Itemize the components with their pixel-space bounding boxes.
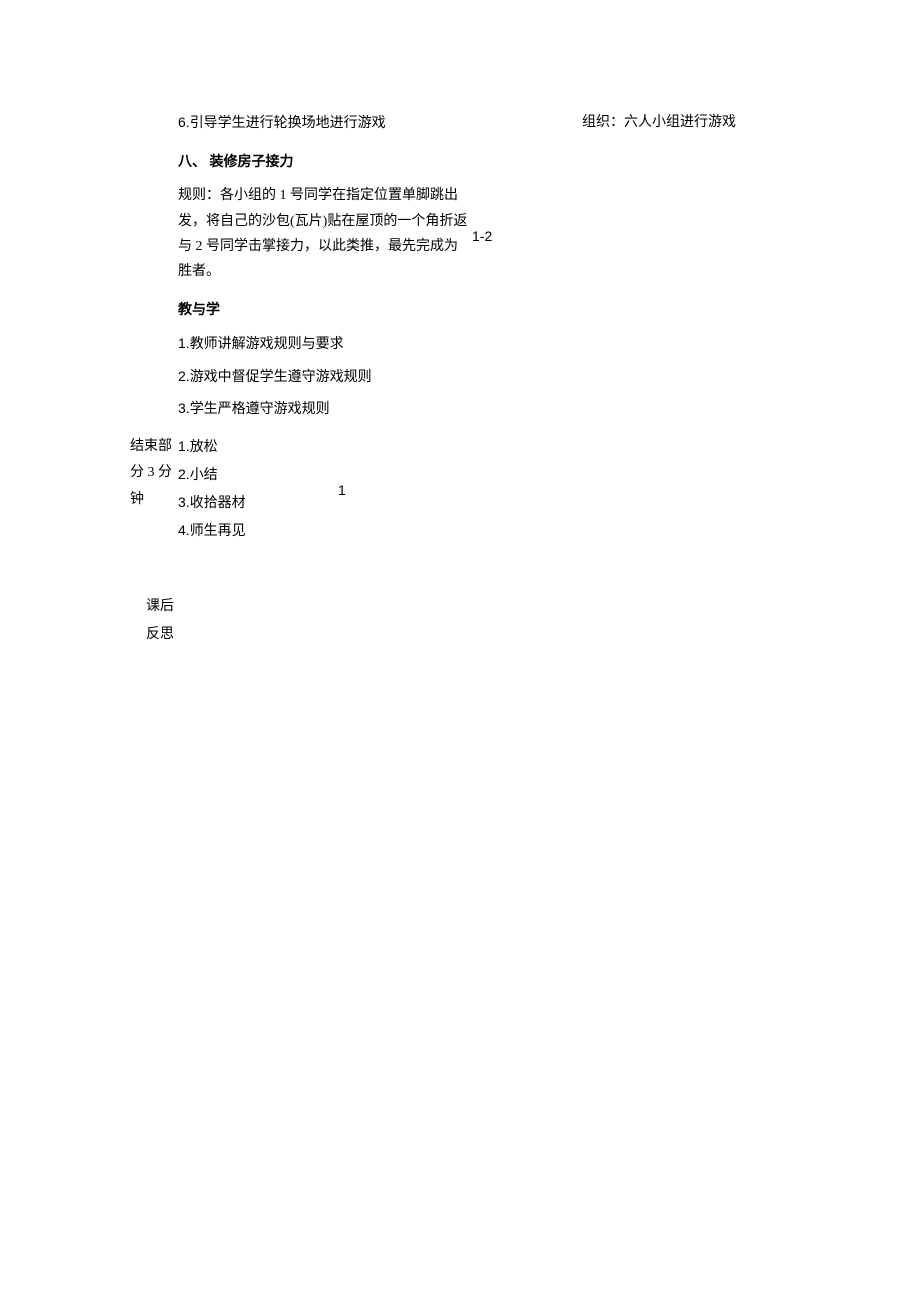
ending-label-3: 钟 — [130, 487, 178, 514]
rule-text: 规则：各小组的 1 号同学在指定位置单脚跳出发，将自己的沙包(瓦片)贴在屋顶的一… — [178, 183, 468, 284]
teach-3-text: 学生严格遵守游戏规则 — [190, 402, 330, 417]
ending-section: 结束部 分 3 分 钟 1.放松 2.小结 3.收拾器材 4.师生再见 1 — [130, 434, 790, 547]
ending-item-4-text: 师生再见 — [190, 524, 246, 539]
teach-line-2: 2.游戏中督促学生遵守游戏规则 — [178, 364, 782, 390]
reflection-line-2: 反思 — [146, 621, 790, 649]
right-organization: 组织：六人小组进行游戏 — [582, 110, 782, 135]
ending-item-1: 1.放松 — [178, 434, 338, 460]
section-8-title: 八、 装修房子接力 — [178, 150, 782, 175]
main-content: 6.引导学生进行轮换场地进行游戏 组织：六人小组进行游戏 八、 装修房子接力 规… — [178, 110, 790, 428]
ending-item-3: 3.收拾器材 — [178, 490, 338, 516]
right-org-text: 组织：六人小组进行游戏 — [582, 115, 736, 130]
teach-line-3: 3.学生严格遵守游戏规则 — [178, 396, 782, 422]
ending-number: 1 — [338, 478, 386, 503]
ending-item-2: 2.小结 — [178, 462, 338, 488]
teach-title: 教与学 — [178, 298, 782, 323]
ending-label-2: 分 3 分 — [130, 460, 178, 487]
content-row-top: 6.引导学生进行轮换场地进行游戏 组织：六人小组进行游戏 八、 装修房子接力 规… — [130, 110, 790, 428]
rule-number: 1-2 — [472, 224, 492, 249]
reflection-section: 课后 反思 — [146, 593, 790, 649]
ending-item-1-text: 放松 — [190, 440, 218, 455]
line-6: 6.引导学生进行轮换场地进行游戏 — [178, 110, 582, 136]
ending-content: 1.放松 2.小结 3.收拾器材 4.师生再见 1 — [178, 434, 790, 547]
ending-item-3-text: 收拾器材 — [190, 496, 246, 511]
ending-item-2-text: 小结 — [190, 468, 218, 483]
reflection-line-1: 课后 — [146, 593, 790, 621]
teach-1-text: 教师讲解游戏规则与要求 — [190, 337, 344, 352]
ending-label-1: 结束部 — [130, 434, 178, 461]
ending-label: 结束部 分 3 分 钟 — [130, 434, 178, 514]
rule-row: 规则：各小组的 1 号同学在指定位置单脚跳出发，将自己的沙包(瓦片)贴在屋顶的一… — [178, 183, 782, 290]
teach-line-1: 1.教师讲解游戏规则与要求 — [178, 331, 782, 357]
teach-2-text: 游戏中督促学生遵守游戏规则 — [190, 370, 372, 385]
line-6-text: 引导学生进行轮换场地进行游戏 — [190, 116, 386, 131]
ending-item-4: 4.师生再见 — [178, 518, 338, 544]
